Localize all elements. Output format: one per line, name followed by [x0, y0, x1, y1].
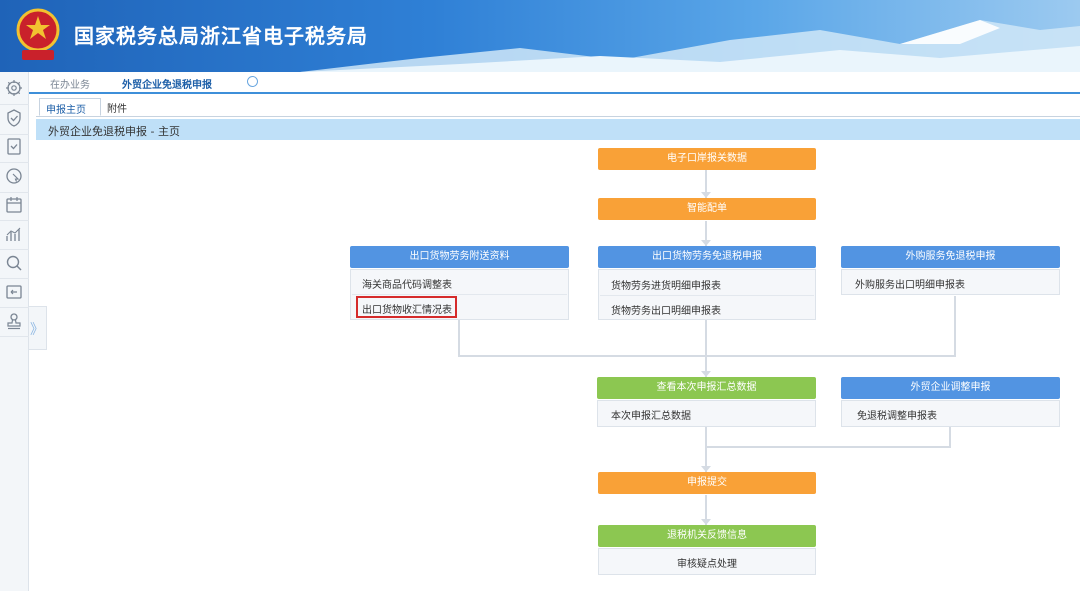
purchase-service-header: 外购服务免退税申报	[841, 246, 1060, 268]
tab-in-progress[interactable]: 在办业务	[50, 76, 90, 91]
attachments-header: 出口货物劳务附送资料	[350, 246, 569, 268]
service-export-detail-link[interactable]: 外购服务出口明细申报表	[855, 276, 965, 291]
login-icon[interactable]	[4, 282, 24, 302]
section-title: 外贸企业免退税申报 - 主页	[48, 125, 180, 138]
smart-match-button[interactable]: 智能配单	[598, 198, 816, 220]
feedback-header: 退税机关反馈信息	[598, 525, 816, 547]
declaration-header: 出口货物劳务免退税申报	[598, 246, 816, 268]
section-header: 外贸企业免退税申报 - 主页	[36, 119, 1080, 140]
chart-icon[interactable]	[4, 224, 24, 244]
header-banner: 国家税务总局浙江省电子税务局	[0, 0, 1080, 72]
page-title: 国家税务总局浙江省电子税务局	[74, 24, 368, 48]
customs-data-button[interactable]: 电子口岸报关数据	[598, 148, 816, 170]
calendar-icon[interactable]	[4, 195, 24, 215]
icon-sidebar	[0, 72, 29, 591]
shield-check-icon[interactable]	[4, 108, 24, 128]
stamp-icon[interactable]	[4, 311, 24, 331]
export-receipt-status-link[interactable]: 出口货物收汇情况表	[362, 301, 452, 316]
summary-header[interactable]: 查看本次申报汇总数据	[597, 377, 816, 399]
customs-code-adjust-link[interactable]: 海关商品代码调整表	[362, 276, 452, 291]
top-tab-bar: 在办业务 外贸企业免退税申报	[29, 72, 1080, 94]
subtab-main-page[interactable]: 申报主页	[39, 98, 101, 116]
purchase-detail-link[interactable]: 货物劳务进货明细申报表	[611, 277, 721, 292]
adjustment-header: 外贸企业调整申报	[841, 377, 1060, 399]
close-tab-icon[interactable]	[247, 76, 258, 87]
clipboard-check-icon[interactable]	[4, 136, 24, 156]
double-chevron-right-icon: 》	[30, 322, 44, 338]
search-icon[interactable]	[4, 253, 24, 273]
tab-export-refund-declaration[interactable]: 外贸企业免退税申报	[122, 76, 212, 91]
subtab-attachments[interactable]: 附件	[101, 98, 133, 116]
tax-emblem-icon	[16, 8, 60, 60]
export-detail-link[interactable]: 货物劳务出口明细申报表	[611, 302, 721, 317]
adjustment-table-link[interactable]: 免退税调整申报表	[857, 407, 937, 422]
mountain-backdrop	[300, 20, 1080, 72]
gear-icon[interactable]	[4, 78, 24, 98]
submit-declaration-button[interactable]: 申报提交	[598, 472, 816, 494]
sidebar-expand-button[interactable]: 》	[29, 306, 47, 350]
cursor-click-icon[interactable]	[4, 166, 24, 186]
summary-data-link[interactable]: 本次申报汇总数据	[611, 407, 691, 422]
review-doubt-link[interactable]: 审核疑点处理	[598, 555, 816, 570]
